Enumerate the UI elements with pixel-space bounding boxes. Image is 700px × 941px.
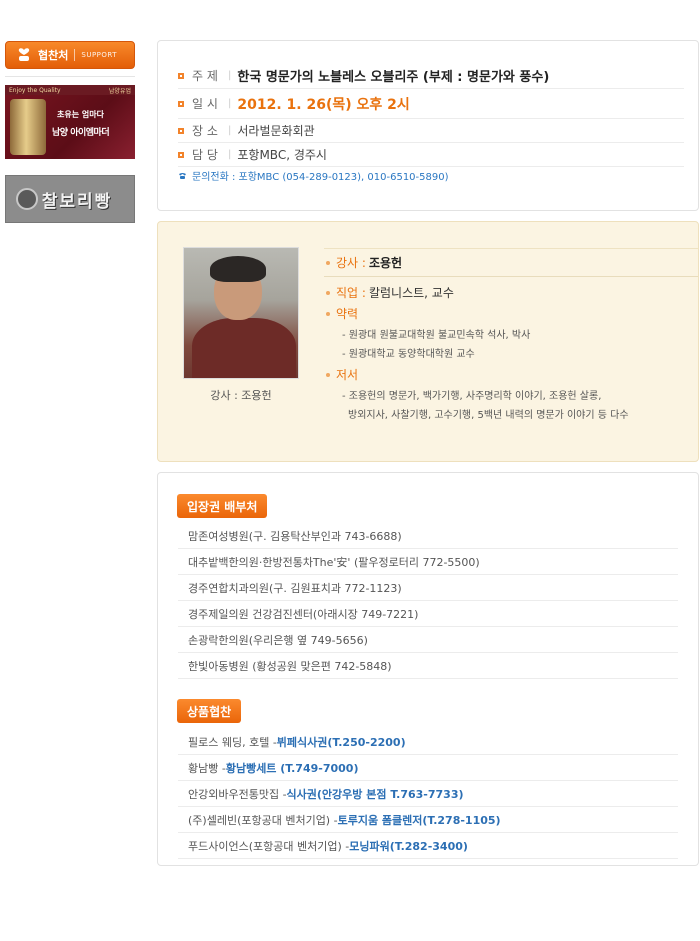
divider-bar: | — [228, 98, 232, 109]
books-item: - 조용헌의 명문가, 백가기행, 사주명리학 이야기, 조용헌 살롱, — [342, 391, 602, 402]
date-row: 일 시 | 2012. 1. 26(목) 오후 2시 — [178, 89, 684, 119]
lecturer-details: 강사 : 조용헌 직업 : 칼럼니스트, 교수 약력 - 원광대 원불교대학원 … — [324, 248, 698, 421]
subject-key: 주 제 — [192, 69, 218, 83]
support-sub-label: SUPPORT — [81, 51, 118, 59]
bullet-square-icon — [178, 151, 184, 158]
lecturer-name: 조용헌 — [368, 256, 403, 270]
contact-info: 문의전화 : 포항MBC (054-289-0123), 010-6510-58… — [178, 168, 449, 183]
job-row: 직업 : 칼럼니스트, 교수 — [324, 284, 698, 301]
ad-brand: 남양유업 — [108, 87, 131, 95]
date-value: 2012. 1. 26(목) 오후 2시 — [237, 96, 410, 113]
event-info-panel: 주 제 | 한국 명문가의 노블레스 오블리주 (부제 : 명문가와 풍수) 일… — [157, 40, 699, 211]
chalbori-bread-ad-banner[interactable]: 찰보리빵 — [5, 175, 135, 223]
tickets-sponsors-panel: 입장권 배부처 맘존여성병원(구. 김용탁산부인과 743-6688) 대추밭백… — [157, 472, 699, 866]
photo-caption: 강사 : 조용헌 — [210, 389, 272, 402]
sidebar: 협찬처 SUPPORT Enjoy the Quality 남양유업 초유는 엄… — [5, 41, 135, 223]
divider-bar: | — [228, 125, 232, 136]
bullet-dot-icon — [326, 290, 330, 295]
distribution-item: 한빛아동병원 (황성공원 맞은편 742-5848) — [178, 653, 678, 679]
distribution-list: 맘존여성병원(구. 김용탁산부인과 743-6688) 대추밭백한의원·한방전통… — [178, 523, 678, 679]
distribution-item: 손광락한의원(우리은행 옆 749-5656) — [178, 627, 678, 653]
sponsor-prize: 모닝파워(T.282-3400) — [349, 839, 468, 853]
photo-body-shape — [192, 318, 296, 378]
support-label: 협찬처 — [38, 49, 69, 62]
bullet-dot-icon — [326, 260, 330, 265]
career-heading: 약력 — [324, 305, 698, 322]
career-item: - 원광대 원불교대학원 불교민속학 석사, 박사 — [342, 330, 531, 341]
sidebar-divider — [5, 76, 135, 77]
support-button[interactable]: 협찬처 SUPPORT — [5, 41, 135, 69]
lecturer-photo — [183, 247, 299, 379]
sponsor-item: 필로스 웨딩, 호텔 - 뷔페식사권(T.250-2200) — [178, 729, 678, 755]
sponsor-name: 황남빵 - — [188, 761, 226, 775]
place-row: 장 소 | 서라벌문화회관 — [178, 119, 684, 143]
manager-row: 담 당 | 포항MBC, 경주시 — [178, 143, 684, 167]
sponsor-name: 안강외바우전통맛집 - — [188, 787, 287, 801]
distribution-heading: 입장권 배부처 — [177, 494, 268, 518]
subject-value: 한국 명문가의 노블레스 오블리주 (부제 : 명문가와 풍수) — [237, 70, 550, 85]
date-key: 일 시 — [192, 97, 218, 111]
manager-key: 담 당 — [192, 148, 218, 162]
sponsor-item: 황남빵 - 황남빵세트 (T.749-7000) — [178, 755, 678, 781]
manager-value: 포항MBC, 경주시 — [237, 148, 327, 162]
sponsor-name: (주)셀레빈(포항공대 벤처기업) - — [188, 813, 338, 827]
subject-row: 주 제 | 한국 명문가의 노블레스 오블리주 (부제 : 명문가와 풍수) — [178, 63, 684, 89]
phone-icon — [178, 172, 187, 180]
sponsor-name: 푸드사이언스(포항공대 벤처기업) - — [188, 839, 350, 853]
support-divider — [74, 49, 76, 61]
namyang-ad-banner[interactable]: Enjoy the Quality 남양유업 초유는 엄마다 남양 아이엠마더 — [5, 85, 135, 159]
sponsor-item: (주)셀레빈(포항공대 벤처기업) - 토루지움 폼클렌저(T.278-1105… — [178, 807, 678, 833]
seal-logo-icon — [16, 188, 38, 210]
bullet-dot-icon — [326, 311, 330, 316]
place-value: 서라벌문화회관 — [237, 124, 315, 138]
bullet-square-icon — [178, 72, 184, 79]
sponsor-prize: 뷔페식사권(T.250-2200) — [276, 735, 406, 749]
career-item: - 원광대학교 동양학대학원 교수 — [342, 349, 475, 360]
formula-can-image — [10, 99, 46, 155]
place-key: 장 소 — [192, 124, 218, 138]
career-label: 약력 — [336, 307, 359, 321]
books-heading: 저서 — [324, 366, 698, 383]
distribution-item: 대추밭백한의원·한방전통차The'安' (팔우정로터리 772-5500) — [178, 549, 678, 575]
sponsor-name: 필로스 웨딩, 호텔 - — [188, 735, 277, 749]
lecturer-panel: 강사 : 조용헌 강사 : 조용헌 직업 : 칼럼니스트, 교수 약력 - 원광… — [157, 221, 699, 462]
ad-line2: 남양 아이엠마더 — [52, 128, 110, 138]
sponsors-heading: 상품협찬 — [177, 699, 242, 723]
sponsor-item: 푸드사이언스(포항공대 벤처기업) - 모닝파워(T.282-3400) — [178, 833, 678, 859]
job-value: 칼럼니스트, 교수 — [368, 286, 454, 300]
bullet-square-icon — [178, 100, 184, 107]
distribution-item: 경주연합치과의원(구. 김원표치과 772-1123) — [178, 575, 678, 601]
lecturer-name-label: 강사 : — [336, 256, 366, 270]
photo-hair-shape — [210, 256, 266, 282]
sponsor-prize: 식사권(안강우방 본점 T.763-7733) — [286, 787, 464, 801]
ad2-text: 찰보리빵 — [41, 191, 113, 212]
ad-tagline: Enjoy the Quality — [9, 86, 61, 94]
contact-text: 문의전화 : 포항MBC (054-289-0123), 010-6510-58… — [192, 172, 449, 183]
ad-line1: 초유는 엄마다 — [57, 110, 104, 119]
books-label: 저서 — [336, 368, 359, 382]
hand-heart-icon — [16, 47, 32, 63]
distribution-item: 경주제일의원 건강검진센터(아래시장 749-7221) — [178, 601, 678, 627]
books-item-continued: 방외지사, 사찰기행, 고수기행, 5백년 내력의 명문가 이야기 등 다수 — [348, 410, 629, 421]
ad-top-bar: Enjoy the Quality 남양유업 — [5, 85, 135, 95]
sponsor-prize: 토루지움 폼클렌저(T.278-1105) — [337, 813, 501, 827]
lecturer-name-row: 강사 : 조용헌 — [324, 249, 698, 277]
bullet-square-icon — [178, 127, 184, 134]
bullet-dot-icon — [326, 372, 330, 377]
sponsors-list: 필로스 웨딩, 호텔 - 뷔페식사권(T.250-2200) 황남빵 - 황남빵… — [178, 729, 678, 859]
distribution-item: 맘존여성병원(구. 김용탁산부인과 743-6688) — [178, 523, 678, 549]
sponsor-prize: 황남빵세트 (T.749-7000) — [225, 761, 359, 775]
divider-bar: | — [228, 149, 232, 160]
sponsor-item: 안강외바우전통맛집 - 식사권(안강우방 본점 T.763-7733) — [178, 781, 678, 807]
job-label: 직업 : — [336, 286, 366, 300]
divider-bar: | — [228, 70, 232, 81]
